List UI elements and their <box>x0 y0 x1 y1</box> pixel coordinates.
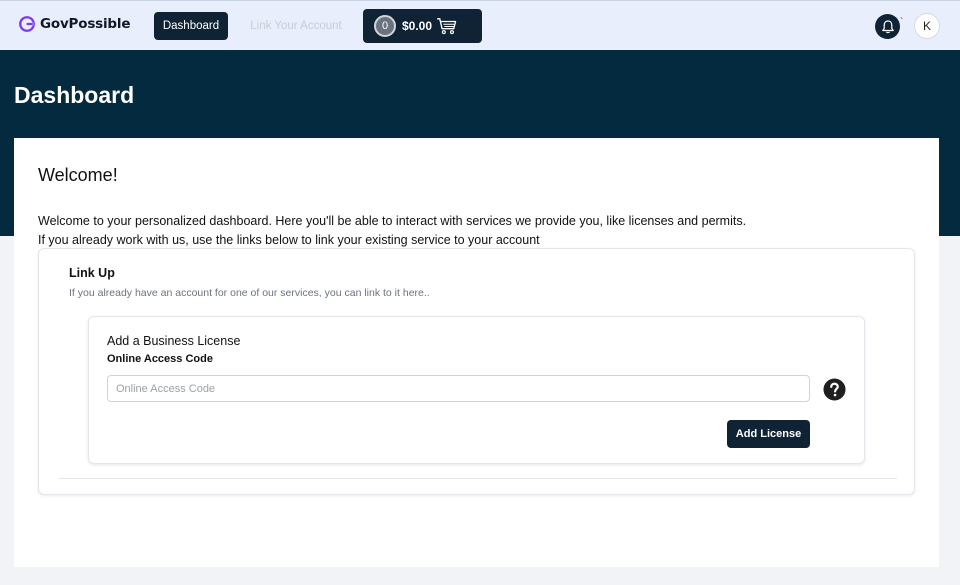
bell-icon <box>881 19 894 33</box>
welcome-heading: Welcome! <box>38 165 118 185</box>
link-up-title: Link Up <box>69 266 115 280</box>
business-license-card: Add a Business License Online Access Cod… <box>88 316 865 464</box>
panel-divider <box>58 478 897 479</box>
cart-total: $0.00 <box>402 19 433 33</box>
notification-mark: ` <box>900 17 904 28</box>
brand-logo[interactable]: GovPossible <box>18 15 130 33</box>
intro-line-1: Welcome to your personalized dashboard. … <box>38 214 747 228</box>
welcome-intro: Welcome to your personalized dashboard. … <box>38 212 746 250</box>
page-title: Dashboard <box>14 82 135 108</box>
access-code-input[interactable] <box>107 375 810 402</box>
main-content-card: Welcome! Welcome to your personalized da… <box>14 138 939 567</box>
link-up-panel: Link Up If you already have an account f… <box>38 248 915 495</box>
link-up-subtitle: If you already have an account for one o… <box>69 287 430 299</box>
add-license-button[interactable]: Add License <box>727 420 810 448</box>
govpossible-logo-icon <box>19 16 35 32</box>
notifications-button[interactable] <box>875 14 900 39</box>
cart-icon <box>437 18 457 35</box>
nav-link-your-account[interactable]: Link Your Account <box>240 12 352 40</box>
question-circle-icon[interactable] <box>823 378 846 401</box>
user-avatar[interactable]: K <box>914 13 940 39</box>
brand-name: GovPossible <box>40 16 131 32</box>
business-license-title: Add a Business License <box>107 334 241 348</box>
cart-count-badge: 0 <box>374 15 396 37</box>
top-navbar: GovPossible Dashboard Link Your Account … <box>0 0 960 50</box>
nav-dashboard[interactable]: Dashboard <box>154 12 228 40</box>
cart-button[interactable]: 0 $0.00 <box>363 9 482 43</box>
access-code-label: Online Access Code <box>107 353 213 365</box>
